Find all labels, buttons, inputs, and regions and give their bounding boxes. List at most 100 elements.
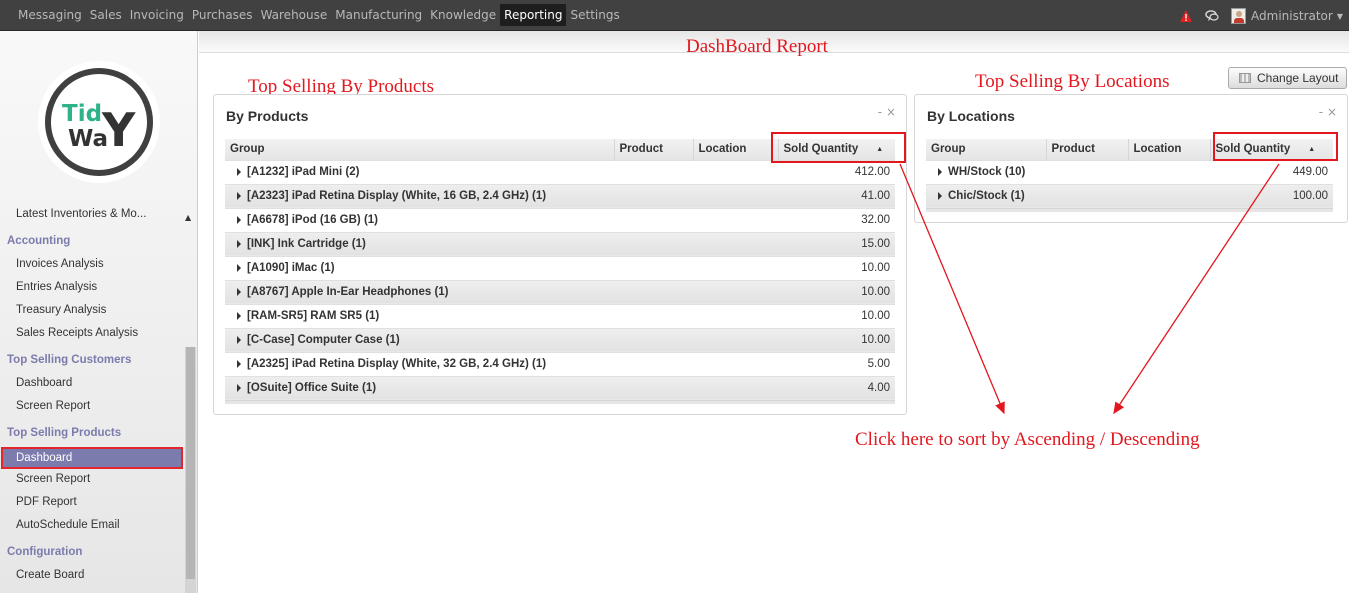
table-row[interactable]: [A8767] Apple In-Ear Headphones (1) 10.00 bbox=[225, 279, 895, 304]
panel-close-icon[interactable]: - × bbox=[1319, 105, 1337, 119]
main-content: DashBoard Report Top Selling By Products… bbox=[199, 31, 1349, 593]
company-logo: Tid Wa Y bbox=[38, 61, 160, 183]
group-cell[interactable]: [A1232] iPad Mini (2) bbox=[225, 159, 778, 184]
panel-close-icon[interactable]: - × bbox=[878, 105, 896, 119]
topmenu-item-messaging[interactable]: Messaging bbox=[14, 4, 86, 26]
column-header-location[interactable]: Location bbox=[1127, 139, 1210, 160]
group-cell[interactable]: [C-Case] Computer Case (1) bbox=[225, 327, 778, 352]
chevron-down-icon[interactable]: ▼ bbox=[1337, 12, 1343, 21]
scroll-up-icon[interactable]: ▲ bbox=[185, 213, 191, 222]
svg-text:Y: Y bbox=[101, 103, 136, 157]
panel-title: By Products bbox=[226, 108, 309, 124]
table-footer-row bbox=[926, 207, 1333, 212]
table-row[interactable]: [A6678] iPod (16 GB) (1) 32.00 bbox=[225, 207, 895, 232]
group-cell[interactable]: [A1090] iMac (1) bbox=[225, 255, 778, 280]
group-label: [RAM-SR5] RAM SR5 (1) bbox=[247, 310, 380, 322]
expand-caret-icon[interactable] bbox=[237, 191, 241, 200]
group-label: [OSuite] Office Suite (1) bbox=[247, 382, 377, 394]
column-header-product[interactable]: Product bbox=[613, 139, 693, 160]
topmenu-item-purchases[interactable]: Purchases bbox=[188, 4, 257, 26]
change-layout-label: Change Layout bbox=[1257, 71, 1339, 85]
sidebar-item-dashboard[interactable]: Dashboard bbox=[16, 377, 72, 389]
group-cell[interactable]: [A2325] iPad Retina Display (White, 32 G… bbox=[225, 351, 778, 376]
group-cell[interactable]: [RAM-SR5] RAM SR5 (1) bbox=[225, 303, 778, 328]
sold-quantity-cell: 5.00 bbox=[778, 351, 895, 376]
topmenu-item-invoicing[interactable]: Invoicing bbox=[126, 4, 188, 26]
topmenu-item-warehouse[interactable]: Warehouse bbox=[257, 4, 332, 26]
sidebar-item-treasury-analysis[interactable]: Treasury Analysis bbox=[16, 304, 106, 316]
sold-quantity-cell: 449.00 bbox=[1210, 159, 1333, 184]
topmenu-item-knowledge[interactable]: Knowledge bbox=[426, 4, 500, 26]
topmenu-item-settings[interactable]: Settings bbox=[566, 4, 623, 26]
scrollbar-thumb[interactable] bbox=[186, 347, 195, 579]
sidebar-item-invoices-analysis[interactable]: Invoices Analysis bbox=[16, 258, 104, 270]
expand-caret-icon[interactable] bbox=[237, 167, 241, 176]
group-label: [A1232] iPad Mini (2) bbox=[247, 166, 360, 178]
table-row[interactable]: [OSuite] Office Suite (1) 4.00 bbox=[225, 375, 895, 400]
expand-caret-icon[interactable] bbox=[237, 359, 241, 368]
group-cell[interactable]: [OSuite] Office Suite (1) bbox=[225, 375, 778, 400]
avatar[interactable] bbox=[1231, 8, 1247, 24]
column-header-product[interactable]: Product bbox=[1045, 139, 1128, 160]
group-label: [A1090] iMac (1) bbox=[247, 262, 335, 274]
svg-text:Tid: Tid bbox=[62, 101, 102, 127]
highlight-box-products bbox=[771, 132, 906, 163]
topmenu-item-sales[interactable]: Sales bbox=[86, 4, 126, 26]
table-footer-row bbox=[225, 399, 895, 404]
warning-icon[interactable] bbox=[1179, 9, 1193, 23]
group-label: [A2323] iPad Retina Display (White, 16 G… bbox=[247, 190, 547, 202]
table-row[interactable]: WH/Stock (10) 449.00 bbox=[926, 159, 1333, 184]
sidebar-item-screen-report[interactable]: Screen Report bbox=[16, 400, 90, 412]
expand-caret-icon[interactable] bbox=[938, 167, 942, 176]
expand-caret-icon[interactable] bbox=[237, 215, 241, 224]
table-row[interactable]: Chic/Stock (1) 100.00 bbox=[926, 183, 1333, 208]
expand-caret-icon[interactable] bbox=[237, 287, 241, 296]
table-row[interactable]: [A2323] iPad Retina Display (White, 16 G… bbox=[225, 183, 895, 208]
change-layout-button[interactable]: Change Layout bbox=[1228, 67, 1347, 89]
sidebar-item-latest-inventories[interactable]: Latest Inventories & Mo... bbox=[16, 208, 146, 220]
column-header-group[interactable]: Group bbox=[926, 139, 1046, 160]
sidebar-item-sales-receipts-analysis[interactable]: Sales Receipts Analysis bbox=[16, 327, 138, 339]
group-label: Chic/Stock (1) bbox=[948, 190, 1025, 202]
group-cell[interactable]: [A2323] iPad Retina Display (White, 16 G… bbox=[225, 183, 778, 208]
highlight-box-locations bbox=[1213, 132, 1338, 161]
column-header-location[interactable]: Location bbox=[692, 139, 778, 160]
group-cell[interactable]: [INK] Ink Cartridge (1) bbox=[225, 231, 778, 256]
table-row[interactable]: [RAM-SR5] RAM SR5 (1) 10.00 bbox=[225, 303, 895, 328]
user-menu[interactable]: Administrator bbox=[1251, 9, 1333, 23]
sidebar-item-screen-report[interactable]: Screen Report bbox=[16, 473, 90, 485]
sidebar-section-accounting: Accounting bbox=[7, 235, 71, 247]
group-cell[interactable]: WH/Stock (10) bbox=[926, 159, 1210, 184]
expand-caret-icon[interactable] bbox=[237, 335, 241, 344]
sold-quantity-cell: 10.00 bbox=[778, 303, 895, 328]
table-row[interactable]: [C-Case] Computer Case (1) 10.00 bbox=[225, 327, 895, 352]
group-label: [A8767] Apple In-Ear Headphones (1) bbox=[247, 286, 449, 298]
sold-quantity-cell: 10.00 bbox=[778, 255, 895, 280]
table-row[interactable]: [A1090] iMac (1) 10.00 bbox=[225, 255, 895, 280]
group-cell[interactable]: [A6678] iPod (16 GB) (1) bbox=[225, 207, 778, 232]
table-row[interactable]: [INK] Ink Cartridge (1) 15.00 bbox=[225, 231, 895, 256]
sidebar-item-create-board[interactable]: Create Board bbox=[16, 569, 84, 581]
expand-caret-icon[interactable] bbox=[237, 383, 241, 392]
sidebar-item-pdf-report[interactable]: PDF Report bbox=[16, 496, 77, 508]
expand-caret-icon[interactable] bbox=[237, 263, 241, 272]
sidebar-item-autoschedule-email[interactable]: AutoSchedule Email bbox=[16, 519, 120, 531]
group-cell[interactable]: [A8767] Apple In-Ear Headphones (1) bbox=[225, 279, 778, 304]
table-row[interactable]: [A1232] iPad Mini (2) 412.00 bbox=[225, 159, 895, 184]
group-label: [C-Case] Computer Case (1) bbox=[247, 334, 400, 346]
chat-icon[interactable] bbox=[1205, 9, 1219, 23]
column-header-group[interactable]: Group bbox=[225, 139, 614, 160]
expand-caret-icon[interactable] bbox=[237, 311, 241, 320]
annotation-sort-hint: Click here to sort by Ascending / Descen… bbox=[855, 429, 1200, 450]
expand-caret-icon[interactable] bbox=[237, 239, 241, 248]
sidebar-item-dashboard[interactable]: Dashboard bbox=[1, 447, 183, 469]
group-cell[interactable]: Chic/Stock (1) bbox=[926, 183, 1210, 208]
table-row[interactable]: [A2325] iPad Retina Display (White, 32 G… bbox=[225, 351, 895, 376]
topmenu-item-manufacturing[interactable]: Manufacturing bbox=[331, 4, 426, 26]
sold-quantity-cell: 15.00 bbox=[778, 231, 895, 256]
sidebar-item-entries-analysis[interactable]: Entries Analysis bbox=[16, 281, 97, 293]
topmenu-item-reporting[interactable]: Reporting bbox=[500, 4, 567, 26]
group-label: WH/Stock (10) bbox=[948, 166, 1026, 178]
expand-caret-icon[interactable] bbox=[938, 191, 942, 200]
sold-quantity-cell: 412.00 bbox=[778, 159, 895, 184]
